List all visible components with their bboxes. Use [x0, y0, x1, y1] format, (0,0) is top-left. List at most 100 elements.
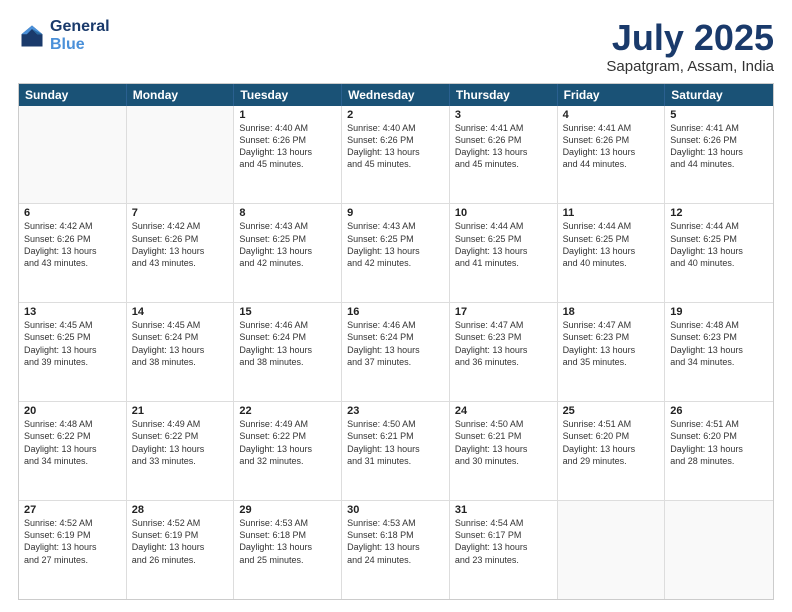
logo-text: General Blue	[50, 18, 110, 55]
cell-line: Daylight: 13 hours	[670, 344, 768, 356]
header-day-tuesday: Tuesday	[234, 84, 342, 106]
cell-line: Sunrise: 4:52 AM	[24, 517, 121, 529]
day-number: 18	[563, 306, 660, 318]
cell-line: Daylight: 13 hours	[455, 541, 552, 553]
cell-line: Daylight: 13 hours	[24, 344, 121, 356]
calendar-cell-6: 6Sunrise: 4:42 AMSunset: 6:26 PMDaylight…	[19, 204, 127, 302]
cell-line: Sunset: 6:19 PM	[132, 529, 229, 541]
cell-line: Sunrise: 4:41 AM	[670, 122, 768, 134]
cell-line: and 38 minutes.	[239, 356, 336, 368]
cell-line: Sunset: 6:18 PM	[239, 529, 336, 541]
cell-line: Sunset: 6:22 PM	[24, 430, 121, 442]
cell-line: and 43 minutes.	[24, 257, 121, 269]
cell-line: and 41 minutes.	[455, 257, 552, 269]
calendar-header: SundayMondayTuesdayWednesdayThursdayFrid…	[19, 84, 773, 106]
cell-line: Daylight: 13 hours	[347, 541, 444, 553]
cell-line: Sunset: 6:25 PM	[670, 233, 768, 245]
cell-line: Daylight: 13 hours	[239, 541, 336, 553]
cell-line: Daylight: 13 hours	[455, 245, 552, 257]
calendar-cell-20: 20Sunrise: 4:48 AMSunset: 6:22 PMDayligh…	[19, 402, 127, 500]
cell-line: Daylight: 13 hours	[563, 344, 660, 356]
cell-line: and 34 minutes.	[670, 356, 768, 368]
calendar-cell-12: 12Sunrise: 4:44 AMSunset: 6:25 PMDayligh…	[665, 204, 773, 302]
cell-line: Sunset: 6:26 PM	[132, 233, 229, 245]
logo: General Blue	[18, 18, 110, 55]
cell-line: and 27 minutes.	[24, 554, 121, 566]
cell-line: Sunset: 6:18 PM	[347, 529, 444, 541]
cell-line: Sunset: 6:25 PM	[563, 233, 660, 245]
day-number: 24	[455, 405, 552, 417]
day-number: 13	[24, 306, 121, 318]
cell-line: Sunrise: 4:50 AM	[455, 418, 552, 430]
cell-line: Sunset: 6:17 PM	[455, 529, 552, 541]
day-number: 26	[670, 405, 768, 417]
calendar-cell-2: 2Sunrise: 4:40 AMSunset: 6:26 PMDaylight…	[342, 106, 450, 204]
cell-line: Daylight: 13 hours	[239, 146, 336, 158]
calendar-row-1: 6Sunrise: 4:42 AMSunset: 6:26 PMDaylight…	[19, 204, 773, 303]
cell-line: and 35 minutes.	[563, 356, 660, 368]
cell-line: Sunrise: 4:40 AM	[239, 122, 336, 134]
cell-line: Daylight: 13 hours	[132, 344, 229, 356]
cell-line: Sunset: 6:23 PM	[455, 331, 552, 343]
cell-line: Sunset: 6:21 PM	[455, 430, 552, 442]
cell-line: Sunrise: 4:46 AM	[347, 319, 444, 331]
calendar-cell-8: 8Sunrise: 4:43 AMSunset: 6:25 PMDaylight…	[234, 204, 342, 302]
cell-line: and 25 minutes.	[239, 554, 336, 566]
calendar-cell-22: 22Sunrise: 4:49 AMSunset: 6:22 PMDayligh…	[234, 402, 342, 500]
day-number: 12	[670, 207, 768, 219]
calendar-cell-30: 30Sunrise: 4:53 AMSunset: 6:18 PMDayligh…	[342, 501, 450, 599]
cell-line: Sunset: 6:26 PM	[455, 134, 552, 146]
calendar-cell-13: 13Sunrise: 4:45 AMSunset: 6:25 PMDayligh…	[19, 303, 127, 401]
cell-line: Sunset: 6:22 PM	[132, 430, 229, 442]
day-number: 17	[455, 306, 552, 318]
calendar-cell-24: 24Sunrise: 4:50 AMSunset: 6:21 PMDayligh…	[450, 402, 558, 500]
cell-line: Daylight: 13 hours	[670, 245, 768, 257]
cell-line: Sunset: 6:22 PM	[239, 430, 336, 442]
day-number: 30	[347, 504, 444, 516]
cell-line: Daylight: 13 hours	[24, 245, 121, 257]
calendar-cell-18: 18Sunrise: 4:47 AMSunset: 6:23 PMDayligh…	[558, 303, 666, 401]
cell-line: and 26 minutes.	[132, 554, 229, 566]
day-number: 14	[132, 306, 229, 318]
cell-line: Sunrise: 4:49 AM	[239, 418, 336, 430]
cell-line: and 28 minutes.	[670, 455, 768, 467]
cell-line: and 44 minutes.	[563, 158, 660, 170]
calendar-cell-5: 5Sunrise: 4:41 AMSunset: 6:26 PMDaylight…	[665, 106, 773, 204]
calendar-row-2: 13Sunrise: 4:45 AMSunset: 6:25 PMDayligh…	[19, 303, 773, 402]
header-day-thursday: Thursday	[450, 84, 558, 106]
cell-line: and 42 minutes.	[347, 257, 444, 269]
calendar-row-4: 27Sunrise: 4:52 AMSunset: 6:19 PMDayligh…	[19, 501, 773, 599]
cell-line: Daylight: 13 hours	[455, 443, 552, 455]
cell-line: Sunset: 6:21 PM	[347, 430, 444, 442]
calendar-cell-1: 1Sunrise: 4:40 AMSunset: 6:26 PMDaylight…	[234, 106, 342, 204]
cell-line: Sunrise: 4:51 AM	[563, 418, 660, 430]
calendar-cell-9: 9Sunrise: 4:43 AMSunset: 6:25 PMDaylight…	[342, 204, 450, 302]
cell-line: Daylight: 13 hours	[347, 443, 444, 455]
calendar-cell-7: 7Sunrise: 4:42 AMSunset: 6:26 PMDaylight…	[127, 204, 235, 302]
calendar-cell-empty-0-1	[127, 106, 235, 204]
cell-line: Daylight: 13 hours	[455, 146, 552, 158]
cell-line: and 30 minutes.	[455, 455, 552, 467]
header-day-sunday: Sunday	[19, 84, 127, 106]
cell-line: and 45 minutes.	[239, 158, 336, 170]
cell-line: Sunrise: 4:44 AM	[670, 220, 768, 232]
day-number: 21	[132, 405, 229, 417]
calendar-cell-3: 3Sunrise: 4:41 AMSunset: 6:26 PMDaylight…	[450, 106, 558, 204]
calendar-cell-10: 10Sunrise: 4:44 AMSunset: 6:25 PMDayligh…	[450, 204, 558, 302]
cell-line: Daylight: 13 hours	[670, 146, 768, 158]
calendar-cell-14: 14Sunrise: 4:45 AMSunset: 6:24 PMDayligh…	[127, 303, 235, 401]
day-number: 22	[239, 405, 336, 417]
subtitle: Sapatgram, Assam, India	[606, 58, 774, 75]
cell-line: Sunrise: 4:48 AM	[24, 418, 121, 430]
calendar-body: 1Sunrise: 4:40 AMSunset: 6:26 PMDaylight…	[19, 106, 773, 599]
cell-line: and 40 minutes.	[563, 257, 660, 269]
calendar-cell-29: 29Sunrise: 4:53 AMSunset: 6:18 PMDayligh…	[234, 501, 342, 599]
calendar-cell-15: 15Sunrise: 4:46 AMSunset: 6:24 PMDayligh…	[234, 303, 342, 401]
cell-line: Sunset: 6:20 PM	[563, 430, 660, 442]
cell-line: Sunrise: 4:47 AM	[563, 319, 660, 331]
cell-line: Sunrise: 4:50 AM	[347, 418, 444, 430]
day-number: 8	[239, 207, 336, 219]
day-number: 7	[132, 207, 229, 219]
cell-line: and 33 minutes.	[132, 455, 229, 467]
day-number: 1	[239, 109, 336, 121]
